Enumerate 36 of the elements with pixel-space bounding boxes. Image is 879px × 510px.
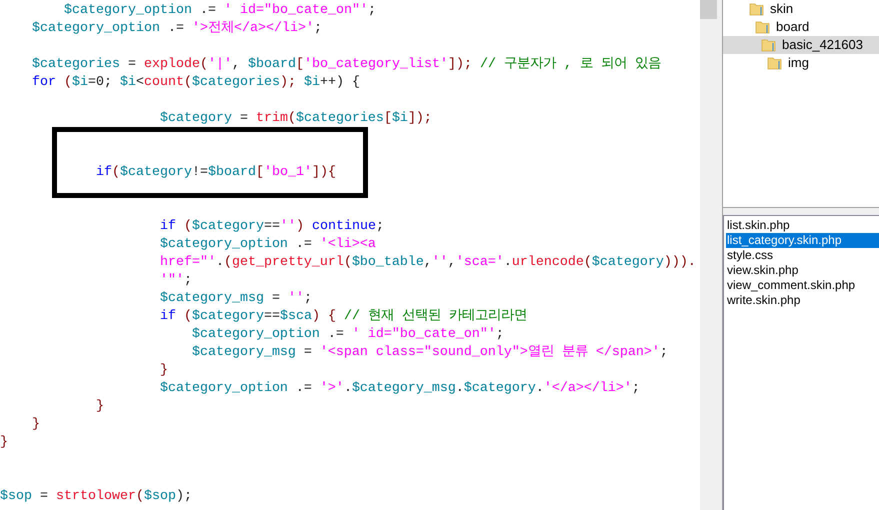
code-line: $category_msg = '<span class="sound_only">열린 분류 </span>'; (190, 344, 668, 362)
code-line: $category_option .= ' id="bo_cate_on"'; (62, 2, 376, 20)
file-item[interactable]: view.skin.php (726, 263, 879, 278)
code-line: $categories = explode('|', $board['bo_category_list']); // 구분자가 , 로 되어 있음 (30, 56, 661, 74)
scrollbar-thumb[interactable] (700, 0, 717, 19)
code-line: } (30, 416, 40, 434)
code-line: } (0, 434, 8, 452)
file-item[interactable]: list.skin.php (726, 218, 879, 233)
folder-icon (755, 20, 770, 34)
file-item[interactable]: style.css (726, 248, 879, 263)
code-line: $category_option .= '>전체</a></li>'; (30, 20, 322, 38)
code-line: '"'; (158, 272, 192, 290)
file-item[interactable]: write.skin.php (726, 293, 879, 308)
code-line: href="'.(get_pretty_url($bo_table,'','sca='.urlencode($category))). (158, 254, 696, 272)
code-line: $category_option .= ' id="bo_cate_on"'; (190, 326, 504, 344)
code-line: $category_msg = ''; (158, 290, 312, 308)
folder-item[interactable]: img (723, 54, 879, 72)
code-line: $category_option .= '>'.$category_msg.$category.'</a></li>'; (158, 380, 640, 398)
code-line: if ($category==$sca) { // 현재 선택된 카테고리라면 (158, 308, 527, 326)
code-line: } (158, 362, 168, 380)
folder-item[interactable]: basic_421603 (723, 36, 879, 54)
code-line: for ($i=0; $i<count($categories); $i++) { (30, 74, 360, 92)
folder-item[interactable]: board (723, 18, 879, 36)
file-item[interactable]: view_comment.skin.php (726, 278, 879, 293)
code-line: if($category!=$board['bo_1']){ (94, 164, 336, 182)
file-item[interactable]: list_category.skin.php (726, 233, 879, 248)
code-line: $sop = strtolower($sop); (0, 488, 192, 506)
folder-icon (761, 38, 776, 52)
folder-icon (767, 56, 782, 70)
code-line: $category_option .= '<li><a (158, 236, 376, 254)
folder-icon (749, 2, 764, 16)
folder-item[interactable]: skin (723, 0, 879, 18)
code-line: } (94, 398, 104, 416)
code-line: if ($category=='') continue; (158, 218, 384, 236)
scrollbar[interactable] (700, 0, 717, 510)
code-line: $category = trim($categories[$i]); (158, 110, 432, 128)
